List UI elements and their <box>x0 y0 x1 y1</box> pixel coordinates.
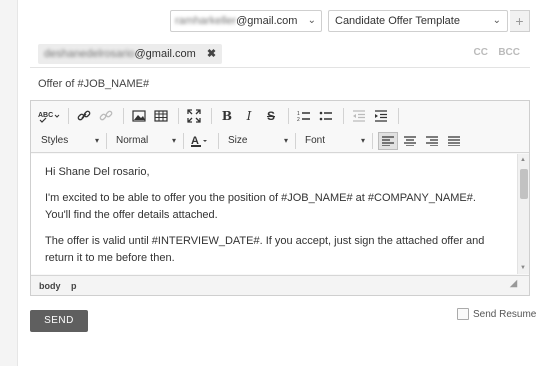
path-body[interactable]: body <box>39 281 61 291</box>
chevron-down-icon: ▾ <box>171 136 176 145</box>
bulleted-list-icon[interactable] <box>316 107 336 125</box>
chevron-down-icon: ⌄ <box>307 15 316 26</box>
image-icon[interactable] <box>129 107 149 125</box>
offer-paragraph: I'm excited to be able to offer you the … <box>45 192 476 221</box>
subject-input[interactable]: Offer of #JOB_NAME# <box>30 74 530 96</box>
remove-recipient-icon[interactable]: ✖ <box>207 48 216 60</box>
add-template-button[interactable]: + <box>510 10 530 32</box>
spellcheck-icon[interactable]: ABC <box>37 107 61 125</box>
svg-text:2: 2 <box>297 117 300 122</box>
styles-label: Styles <box>41 135 69 146</box>
recipient-chip: deshanedelrosario@gmail.com ✖ <box>38 44 223 64</box>
format-dropdown[interactable]: Normal ▾ <box>112 132 178 150</box>
from-email-domain: @gmail.com <box>236 15 298 27</box>
template-select-value: Candidate Offer Template <box>335 15 460 27</box>
size-label: Size <box>228 135 248 146</box>
editor-content[interactable]: Hi Shane Del rosario, I'm excited to be … <box>31 154 517 274</box>
to-field[interactable]: deshanedelrosario@gmail.com ✖ CC BCC <box>30 38 530 68</box>
validity-paragraph: The offer is valid until #INTERVIEW_DATE… <box>45 235 485 264</box>
send-button[interactable]: SEND <box>30 310 88 332</box>
from-email-select[interactable]: ramharkeller@gmail.com ⌄ <box>170 10 322 32</box>
recipient-email-blurred: deshanedelrosario <box>44 48 135 60</box>
chevron-down-icon: ▾ <box>283 136 288 145</box>
bcc-toggle[interactable]: BCC <box>498 47 520 58</box>
format-label: Normal <box>116 135 149 146</box>
editor-scrollbar[interactable]: ▲ ▼ <box>517 154 529 274</box>
text-color-icon[interactable]: A <box>189 132 211 150</box>
justify-icon[interactable] <box>444 132 464 150</box>
left-panel-edge <box>0 0 18 366</box>
from-email-blurred: ramharkeller <box>175 15 237 27</box>
recipient-email-domain: @gmail.com <box>134 48 196 60</box>
send-resume-checkbox[interactable] <box>457 308 469 320</box>
send-resume-label: Send Resume <box>473 308 537 320</box>
align-right-icon[interactable] <box>422 132 442 150</box>
cc-toggle[interactable]: CC <box>474 47 488 58</box>
font-dropdown[interactable]: Font ▾ <box>301 132 367 150</box>
chevron-down-icon: ▾ <box>94 136 99 145</box>
template-select[interactable]: Candidate Offer Template ⌄ <box>328 10 508 32</box>
align-center-icon[interactable] <box>400 132 420 150</box>
link-icon[interactable] <box>74 107 94 125</box>
table-icon[interactable] <box>151 107 171 125</box>
send-resume-option[interactable]: Send Resume <box>457 308 536 320</box>
unlink-icon <box>96 107 116 125</box>
font-label: Font <box>305 135 326 146</box>
scroll-up-icon[interactable]: ▲ <box>520 157 526 163</box>
size-dropdown[interactable]: Size ▾ <box>224 132 290 150</box>
numbered-list-icon[interactable]: 12 <box>294 107 314 125</box>
maximize-icon[interactable] <box>184 107 204 125</box>
element-path-bar: body p ◢ <box>31 275 529 295</box>
italic-icon[interactable]: I <box>239 107 259 125</box>
strikethrough-icon[interactable]: S <box>261 107 281 125</box>
greeting-paragraph: Hi Shane Del rosario, <box>45 166 150 178</box>
rich-text-editor: ABC B I S 12 Styles ▾ Normal ▾ A Size ▾ … <box>30 100 530 296</box>
chevron-down-icon: ▾ <box>360 136 365 145</box>
chevron-down-icon: ⌄ <box>492 15 501 26</box>
styles-dropdown[interactable]: Styles ▾ <box>37 132 101 150</box>
outdent-icon <box>349 107 369 125</box>
bold-icon[interactable]: B <box>217 107 237 125</box>
align-left-icon[interactable] <box>378 132 398 150</box>
indent-icon[interactable] <box>371 107 391 125</box>
scroll-thumb[interactable] <box>520 169 528 199</box>
resize-handle-icon[interactable]: ◢ <box>510 273 517 293</box>
scroll-down-icon[interactable]: ▼ <box>520 265 526 271</box>
path-p[interactable]: p <box>71 281 77 291</box>
editor-toolbar: ABC B I S 12 Styles ▾ Normal ▾ A Size ▾ … <box>31 101 529 153</box>
